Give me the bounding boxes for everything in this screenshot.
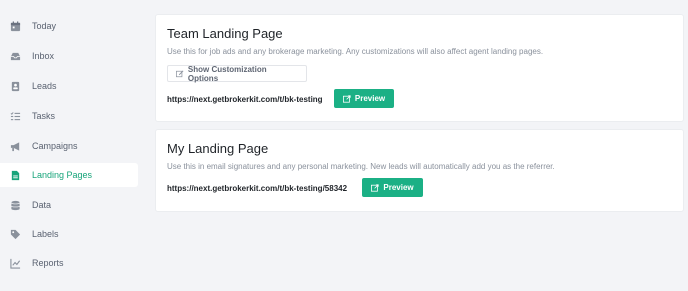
button-label: Show Customization Options — [187, 64, 267, 83]
sidebar-item-landing-pages[interactable]: Landing Pages — [0, 163, 138, 187]
line-chart-icon — [9, 257, 21, 269]
database-icon — [9, 199, 21, 211]
preview-button[interactable]: Preview — [362, 178, 423, 197]
sidebar-item-label: Reports — [32, 258, 64, 268]
sidebar-item-label: Labels — [32, 229, 59, 239]
landing-page-url: https://next.getbrokerkit.com/t/bk-testi… — [167, 184, 348, 193]
megaphone-icon — [9, 140, 21, 152]
my-landing-page-card: My Landing Page Use this in email signat… — [156, 130, 683, 211]
landing-page-url: https://next.getbrokerkit.com/t/bk-testi… — [167, 95, 323, 104]
sidebar-item-reports[interactable]: Reports — [0, 251, 138, 275]
card-title: Team Landing Page — [167, 26, 283, 41]
inbox-icon — [9, 50, 21, 62]
sidebar-item-label: Tasks — [32, 111, 56, 121]
sidebar-item-data[interactable]: Data — [0, 193, 138, 217]
sidebar-item-label: Leads — [32, 81, 57, 91]
sidebar-item-label: Data — [32, 200, 52, 210]
button-label: Preview — [354, 94, 386, 103]
sidebar-item-today[interactable]: Today — [0, 14, 138, 38]
tags-icon — [9, 228, 21, 240]
edit-icon — [176, 69, 184, 77]
sidebar-item-label: Today — [32, 21, 57, 31]
card-title: My Landing Page — [167, 141, 269, 156]
card-description: Use this for job ads and any brokerage m… — [167, 47, 544, 56]
sidebar-item-label: Campaigns — [32, 141, 78, 151]
card-description: Use this in email signatures and any per… — [167, 162, 555, 171]
show-customization-options-button[interactable]: Show Customization Options — [167, 64, 307, 83]
button-label: Preview — [383, 183, 414, 192]
sidebar: Today Inbox Leads Tasks Campaigns Landin… — [0, 0, 148, 291]
document-icon — [9, 169, 21, 181]
calendar-icon — [9, 20, 21, 32]
external-link-icon — [342, 94, 351, 103]
sidebar-item-label: Inbox — [32, 51, 55, 61]
task-list-icon — [9, 110, 21, 122]
team-landing-page-card: Team Landing Page Use this for job ads a… — [156, 15, 683, 121]
sidebar-item-inbox[interactable]: Inbox — [0, 44, 138, 68]
external-link-icon — [371, 183, 379, 192]
sidebar-item-campaigns[interactable]: Campaigns — [0, 134, 138, 158]
contact-card-icon — [9, 80, 21, 92]
sidebar-item-labels[interactable]: Labels — [0, 222, 138, 246]
preview-button[interactable]: Preview — [334, 89, 394, 108]
sidebar-item-leads[interactable]: Leads — [0, 74, 138, 98]
sidebar-item-tasks[interactable]: Tasks — [0, 104, 138, 128]
sidebar-item-label: Landing Pages — [32, 170, 93, 180]
